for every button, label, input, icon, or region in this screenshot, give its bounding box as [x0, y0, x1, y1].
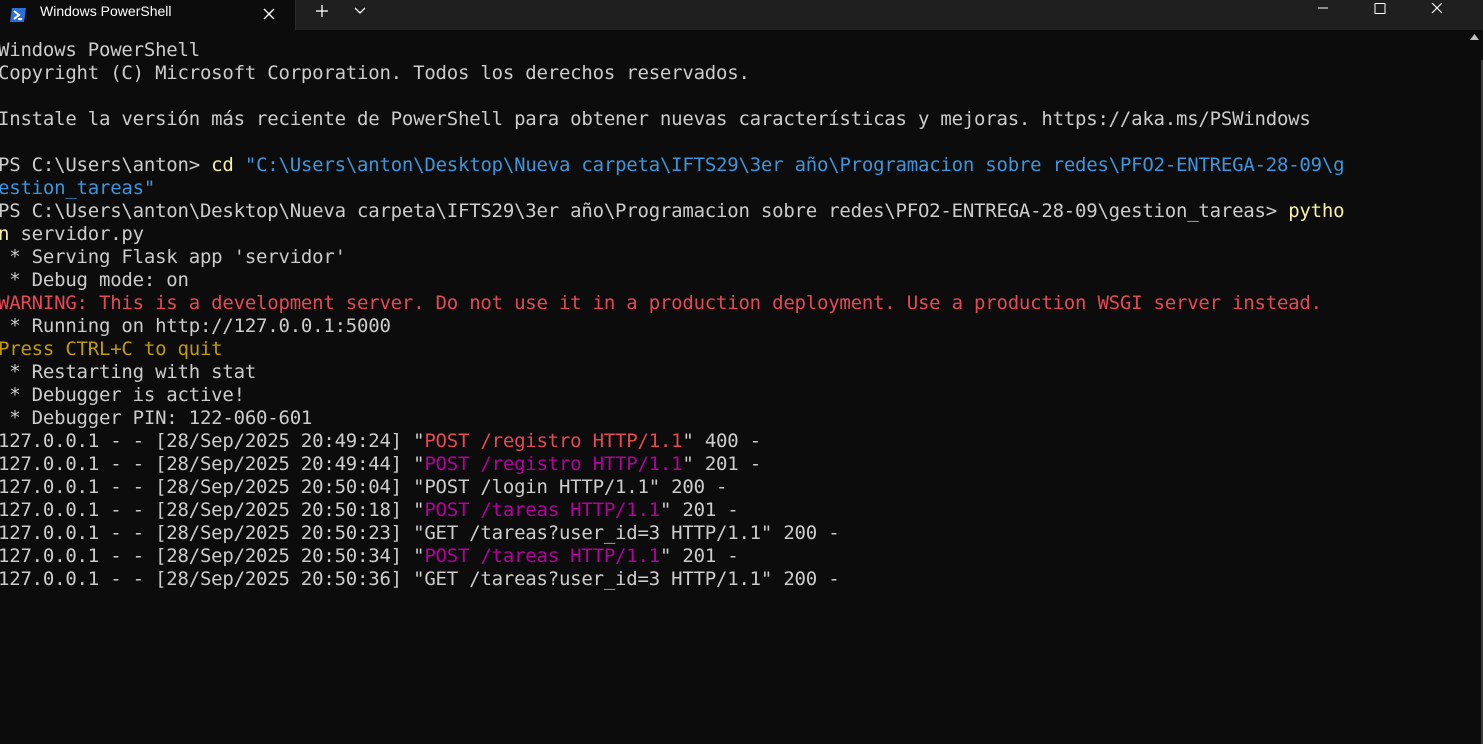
terminal-line: 127.0.0.1 - - [28/Sep/2025 20:50:36] "GE… — [0, 568, 1466, 591]
terminal-line: * Restarting with stat — [0, 361, 1466, 384]
terminal-text-segment: POST /registro HTTP/1.1 — [424, 430, 683, 452]
tab-windows-powershell[interactable]: Windows PowerShell — [0, 0, 296, 30]
title-bar[interactable]: Windows PowerShell — [0, 0, 1483, 30]
terminal-line: * Serving Flask app 'servidor' — [0, 246, 1466, 269]
terminal-line: estion_tareas" — [0, 177, 1466, 200]
terminal-text-segment: Copyright (C) Microsoft Corporation. Tod… — [0, 62, 750, 84]
terminal-line: 127.0.0.1 - - [28/Sep/2025 20:50:18] "PO… — [0, 499, 1466, 522]
terminal-text-segment: POST /tareas HTTP/1.1 — [424, 545, 660, 567]
terminal-lines: Windows PowerShell Copyright (C) Microsof… — [0, 39, 1466, 591]
terminal-line: Windows PowerShell — [0, 39, 1466, 62]
tab-title: Windows PowerShell — [40, 3, 172, 19]
terminal-text-segment: 127.0.0.1 - - [28/Sep/2025 20:50:18] " — [0, 499, 425, 521]
terminal-line: * Debugger is active! — [0, 384, 1466, 407]
terminal-text-segment: PS C:\Users\anton> — [0, 154, 212, 176]
terminal-line: 127.0.0.1 - - [28/Sep/2025 20:50:04] "PO… — [0, 476, 1466, 499]
scroll-up-icon[interactable] — [1466, 30, 1483, 44]
terminal-text-segment: Instale la versión más reciente de Power… — [0, 108, 1311, 130]
terminal-line: Copyright (C) Microsoft Corporation. Tod… — [0, 62, 1466, 85]
terminal-text-segment: n — [0, 223, 10, 245]
plus-icon[interactable] — [307, 0, 337, 22]
terminal-text-segment: WARNING: This is a development server. D… — [0, 292, 1322, 314]
terminal-line: WARNING: This is a development server. D… — [0, 292, 1466, 315]
minimize-icon[interactable] — [1300, 0, 1346, 18]
terminal-line: * Debug mode: on — [0, 269, 1466, 292]
terminal-text-segment: * Restarting with stat — [0, 361, 257, 383]
close-icon[interactable] — [256, 3, 282, 25]
terminal-text-segment: servidor.py — [9, 223, 144, 245]
terminal-text-segment: pytho — [1288, 200, 1345, 222]
terminal-output[interactable]: Windows PowerShell Copyright (C) Microsof… — [0, 30, 1466, 744]
terminal-text-segment: 127.0.0.1 - - [28/Sep/2025 20:50:04] "PO… — [0, 476, 728, 498]
terminal-text-segment: POST /registro HTTP/1.1 — [424, 453, 683, 475]
terminal-line: * Running on http://127.0.0.1:5000 — [0, 315, 1466, 338]
terminal-line: Instale la versión más reciente de Power… — [0, 108, 1466, 131]
terminal-line: 127.0.0.1 - - [28/Sep/2025 20:49:24] "PO… — [0, 430, 1466, 453]
terminal-line: PS C:\Users\anton\Desktop\Nueva carpeta\… — [0, 200, 1466, 223]
terminal-text-segment: * Running on http://127.0.0.1:5000 — [0, 315, 391, 337]
terminal-window: Windows PowerShell Windows PowerShell Co… — [0, 0, 1483, 744]
terminal-text-segment: 127.0.0.1 - - [28/Sep/2025 20:49:44] " — [0, 453, 425, 475]
terminal-text-segment: * Debugger PIN: 122-060-601 — [0, 407, 313, 429]
terminal-text-segment: " 201 - — [659, 499, 739, 521]
terminal-text-segment: * Serving Flask app 'servidor' — [0, 246, 346, 268]
terminal-line: 127.0.0.1 - - [28/Sep/2025 20:50:23] "GE… — [0, 522, 1466, 545]
terminal-text-segment: POST /tareas HTTP/1.1 — [424, 499, 660, 521]
powershell-icon — [9, 6, 27, 24]
terminal-line: Press CTRL+C to quit — [0, 338, 1466, 361]
terminal-line: 127.0.0.1 - - [28/Sep/2025 20:49:44] "PO… — [0, 453, 1466, 476]
window-close-icon[interactable] — [1414, 0, 1460, 18]
terminal-text-segment: PS C:\Users\anton\Desktop\Nueva carpeta\… — [0, 200, 1289, 222]
terminal-line: 127.0.0.1 - - [28/Sep/2025 20:50:34] "PO… — [0, 545, 1466, 568]
terminal-text-segment: " 201 - — [659, 545, 739, 567]
terminal-text-segment: 127.0.0.1 - - [28/Sep/2025 20:49:24] " — [0, 430, 425, 452]
terminal-text-segment: Press CTRL+C to quit — [0, 338, 223, 360]
terminal-text-segment: 127.0.0.1 - - [28/Sep/2025 20:50:34] " — [0, 545, 425, 567]
terminal-text-segment: "C:\Users\anton\Desktop\Nueva carpeta\IF… — [244, 154, 1345, 176]
maximize-icon[interactable] — [1357, 0, 1403, 18]
terminal-text-segment: cd — [211, 154, 245, 176]
terminal-text-segment: * Debugger is active! — [0, 384, 245, 406]
terminal-line: n servidor.py — [0, 223, 1466, 246]
terminal-text-segment: " 400 - — [682, 430, 761, 452]
terminal-text-segment: estion_tareas" — [0, 177, 156, 199]
terminal-text-segment: " 201 - — [682, 453, 761, 475]
terminal-line: * Debugger PIN: 122-060-601 — [0, 407, 1466, 430]
terminal-text-segment: Windows PowerShell — [0, 39, 200, 61]
chevron-down-icon[interactable] — [346, 0, 374, 22]
terminal-text-segment: 127.0.0.1 - - [28/Sep/2025 20:50:23] "GE… — [0, 522, 840, 544]
terminal-text-segment: * Debug mode: on — [0, 269, 189, 291]
terminal-text-segment: 127.0.0.1 - - [28/Sep/2025 20:50:36] "GE… — [0, 568, 840, 590]
terminal-line: PS C:\Users\anton> cd "C:\Users\anton\De… — [0, 154, 1466, 177]
